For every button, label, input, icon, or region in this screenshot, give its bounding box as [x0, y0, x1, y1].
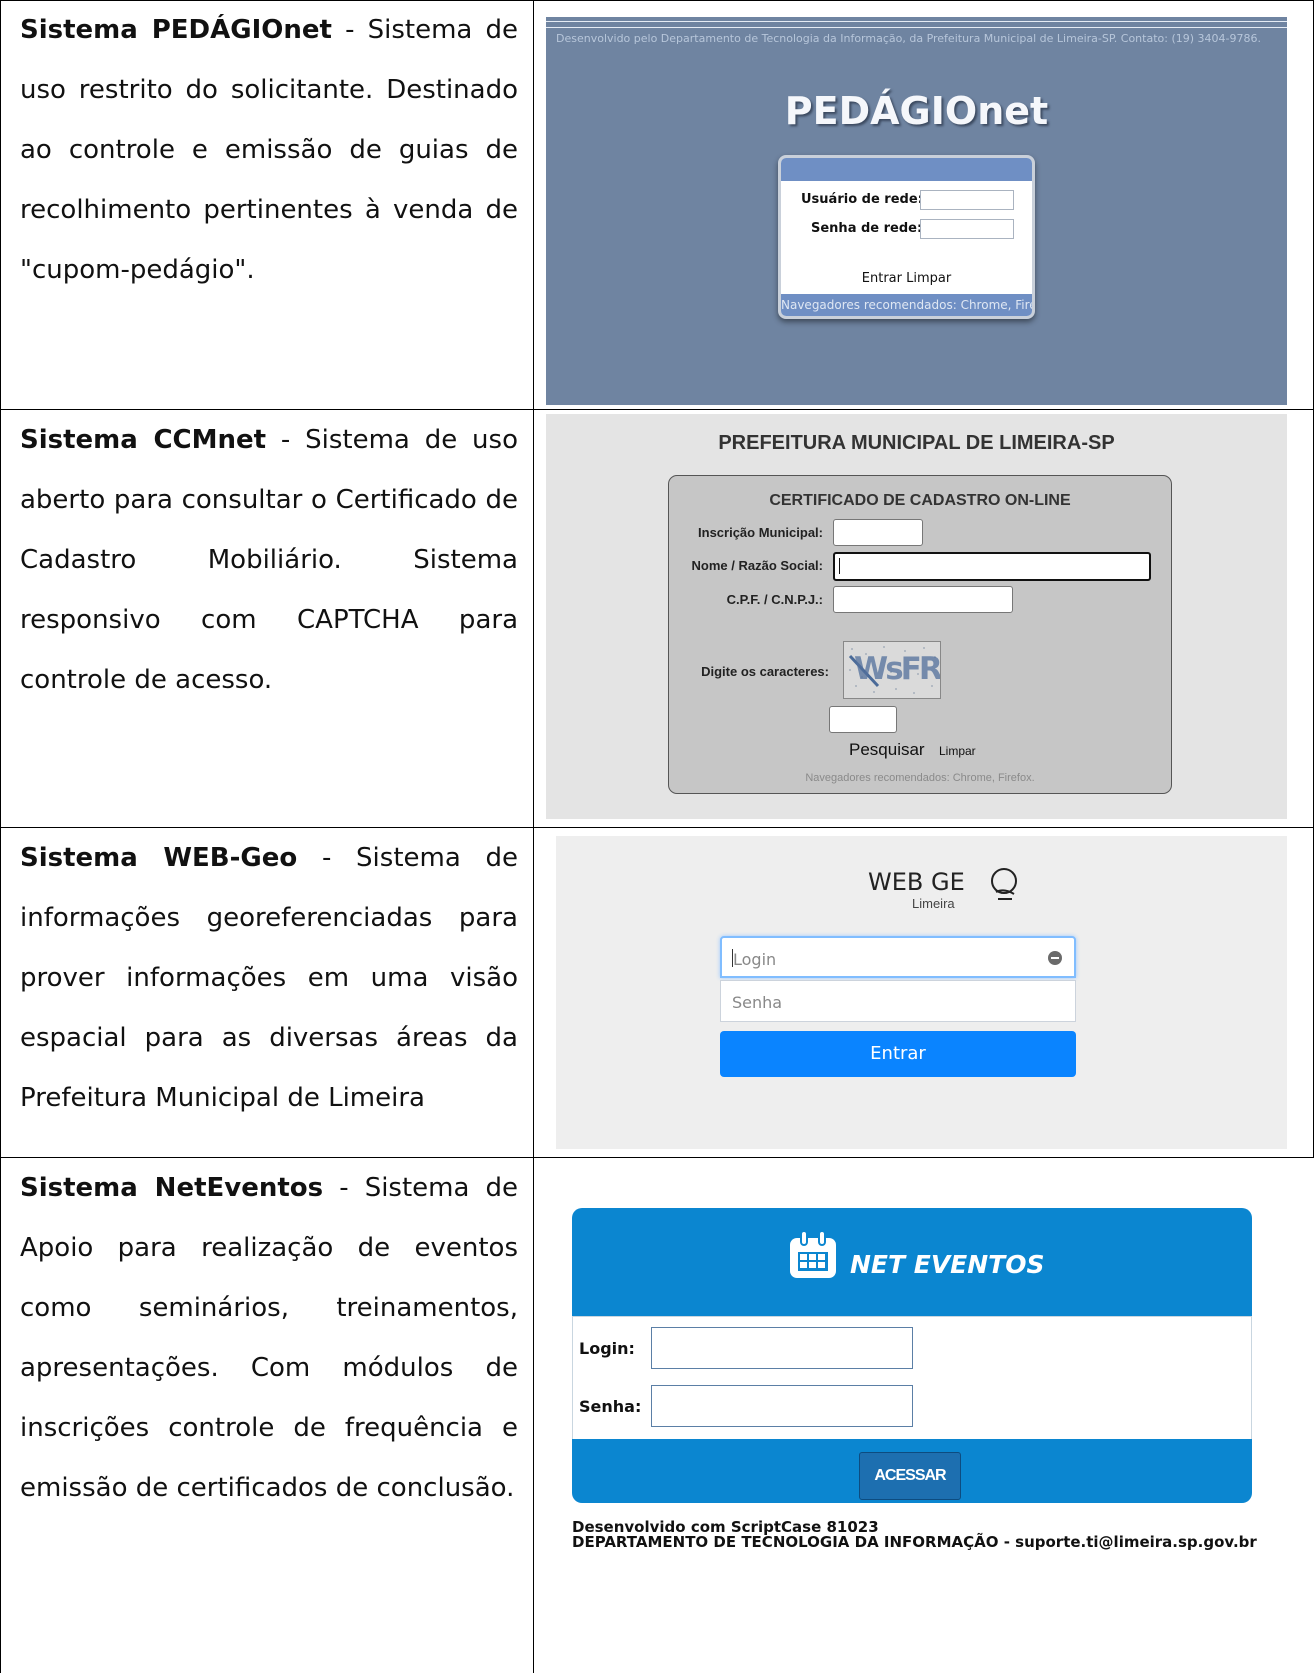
inscricao-label: Inscrição Municipal:	[698, 525, 823, 540]
cpf-label: C.P.F. / C.N.P.J.:	[726, 592, 823, 607]
cpf-input[interactable]	[833, 586, 1013, 613]
enter-button[interactable]: Entrar	[862, 271, 902, 286]
password-label: Senha de rede:	[811, 221, 923, 236]
neteventos-screenshot: NET EVENTOS Login: Senha: ACESSAR Desenv…	[572, 1208, 1257, 1550]
login-input[interactable]	[651, 1327, 913, 1369]
text-cursor	[839, 558, 840, 574]
captcha-label: Digite os caracteres:	[701, 664, 829, 679]
table-border-left	[0, 0, 1, 1673]
webgeo-logo-subtitle: Limeira	[912, 896, 955, 911]
neteventos-header: NET EVENTOS	[572, 1208, 1252, 1316]
description-ccmnet: Sistema CCMnet - Sistema de uso aberto p…	[20, 410, 518, 710]
description-pedagionet: Sistema PEDÁGIOnet - Sistema de uso rest…	[20, 0, 518, 300]
neteventos-title: NET EVENTOS	[850, 1250, 1045, 1279]
webgeo-screenshot: WEB GE Limeira Login Senha Entrar	[556, 836, 1287, 1149]
panel-title: CERTIFICADO DE CADASTRO ON-LINE	[769, 492, 1071, 509]
captcha-input[interactable]	[829, 706, 897, 733]
ccmnet-screenshot: PREFEITURA MUNICIPAL DE LIMEIRA-SP CERTI…	[546, 414, 1287, 819]
certificate-panel: CERTIFICADO DE CADASTRO ON-LINE Inscriçã…	[668, 475, 1172, 794]
password-input[interactable]	[651, 1385, 913, 1427]
browsers-note: Navegadores recomendados: Chrome, Firefo…	[781, 294, 1032, 316]
browsers-note: Navegadores recomendados: Chrome, Firefo…	[805, 772, 1035, 784]
clear-button[interactable]: Limpar	[939, 744, 976, 758]
login-box: Usuário de rede: Senha de rede: Entrar L…	[778, 155, 1035, 319]
enter-button[interactable]: Entrar	[720, 1031, 1076, 1077]
description-text: - Sistema de uso restrito do solicitante…	[20, 15, 518, 285]
calendar-icon	[790, 1230, 836, 1278]
user-input[interactable]	[920, 190, 1014, 210]
access-button[interactable]: ACESSAR	[859, 1452, 961, 1500]
description-text: - Sistema de Apoio para realização de ev…	[20, 1173, 519, 1503]
captcha-image: WsFR	[843, 641, 941, 699]
description-title: Sistema NetEventos	[20, 1173, 324, 1203]
nome-input[interactable]	[833, 552, 1151, 581]
globe-icon	[991, 868, 1017, 900]
webgeo-logo: WEB GE	[868, 868, 965, 896]
password-input[interactable]	[920, 219, 1014, 239]
inscricao-input[interactable]	[833, 519, 923, 546]
page-title: PREFEITURA MUNICIPAL DE LIMEIRA-SP	[718, 432, 1115, 454]
neteventos-footer-bar: ACESSAR	[572, 1439, 1252, 1503]
description-title: Sistema CCMnet	[20, 425, 267, 455]
description-text: - Sistema de informações georeferenciada…	[20, 843, 519, 1113]
login-placeholder: Login	[733, 950, 777, 969]
login-input[interactable]: Login	[720, 936, 1076, 978]
header-rule	[546, 27, 1287, 28]
login-label: Login:	[579, 1339, 635, 1358]
user-label: Usuário de rede:	[801, 192, 923, 207]
app-title: PEDÁGIOnet	[784, 89, 1049, 133]
password-placeholder: Senha	[732, 993, 783, 1012]
lock-icon	[1048, 951, 1062, 965]
description-webgeo: Sistema WEB-Geo - Sistema de informações…	[20, 828, 518, 1128]
password-input[interactable]: Senha	[720, 980, 1076, 1022]
department-contact: DEPARTAMENTO DE TECNOLOGIA DA INFORMAÇÃO…	[572, 1533, 1257, 1551]
login-actions: Entrar Limpar	[781, 271, 1032, 286]
description-neteventos: Sistema NetEventos - Sistema de Apoio pa…	[20, 1158, 518, 1518]
developer-credits: Desenvolvido com ScriptCase 81023 DEPART…	[572, 1520, 1257, 1550]
nome-label: Nome / Razão Social:	[691, 558, 823, 573]
search-button[interactable]: Pesquisar	[849, 740, 925, 760]
login-box-header	[781, 158, 1032, 181]
table-column-divider	[533, 0, 534, 1673]
description-text: - Sistema de uso aberto para consultar o…	[20, 425, 518, 695]
header-rule	[546, 21, 1287, 22]
developer-note: Desenvolvido pelo Departamento de Tecnol…	[556, 32, 1261, 45]
description-title: Sistema WEB-Geo	[20, 843, 298, 873]
description-title: Sistema PEDÁGIOnet	[20, 15, 332, 45]
captcha-text: WsFR	[854, 651, 940, 687]
pedagionet-screenshot: Desenvolvido pelo Departamento de Tecnol…	[546, 17, 1287, 405]
clear-button[interactable]: Limpar	[906, 271, 951, 286]
login-form: Login: Senha:	[572, 1316, 1252, 1440]
password-label: Senha:	[579, 1397, 642, 1416]
